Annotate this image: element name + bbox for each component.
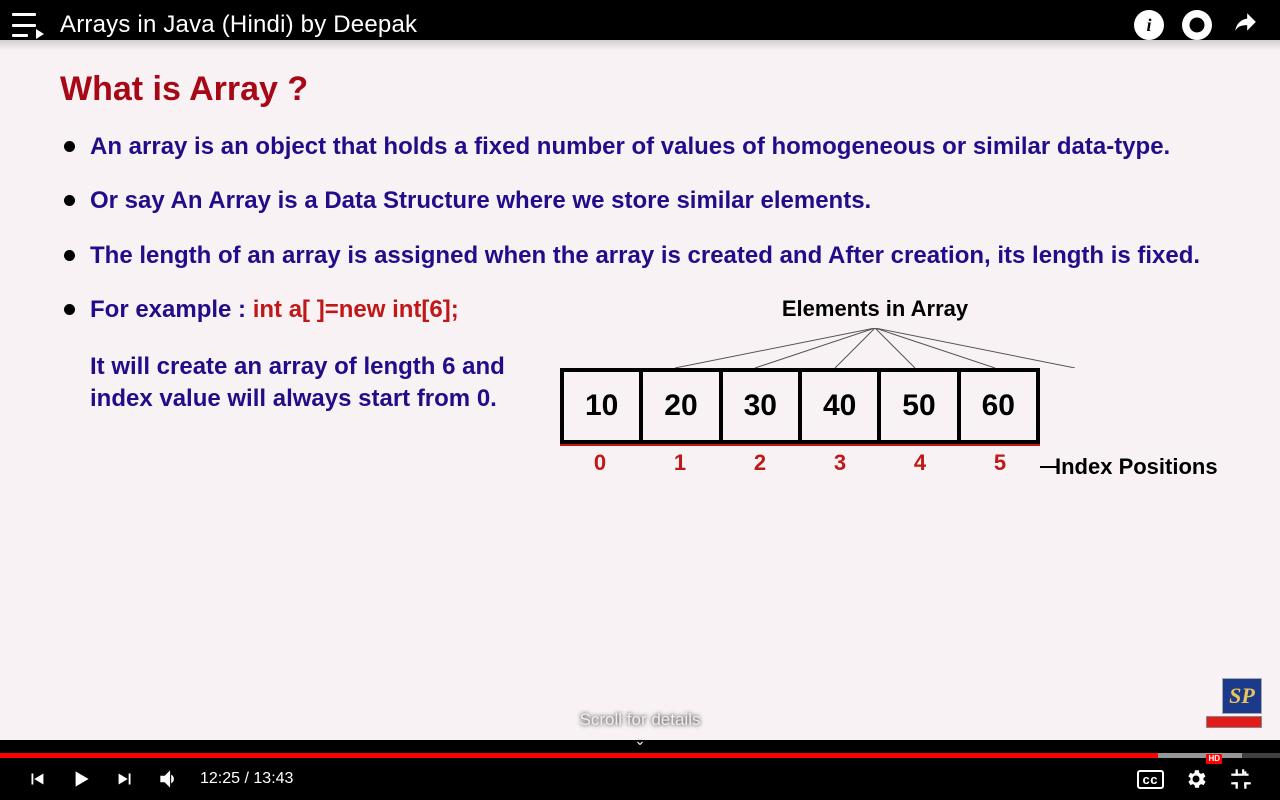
- index-positions-label: Index Positions: [1055, 452, 1218, 482]
- total-time: 13:43: [253, 770, 293, 787]
- slide-bullet: Or say An Array is a Data Structure wher…: [60, 185, 1230, 217]
- elements-in-array-label: Elements in Array: [550, 294, 1200, 324]
- slide-bullet-list: An array is an object that holds a fixed…: [60, 131, 1230, 478]
- example-note: It will create an array of length 6 and …: [90, 351, 520, 416]
- channel-logo-overlay[interactable]: SP: [1206, 678, 1262, 728]
- example-code: int a[ ]=new int[6];: [253, 296, 459, 323]
- array-cells: 10 20 30 40 50 60: [560, 368, 1040, 445]
- skip-previous-icon: [26, 768, 48, 790]
- share-icon: [1230, 10, 1260, 36]
- gear-icon: [1184, 767, 1208, 791]
- slide-heading: What is Array ?: [60, 70, 1230, 109]
- share-button[interactable]: [1230, 10, 1260, 41]
- current-time: 12:25: [200, 770, 240, 787]
- video-player: Arrays in Java (Hindi) by Deepak i What …: [0, 0, 1280, 800]
- subscribe-mini-badge: [1206, 716, 1262, 728]
- array-cell: 50: [881, 372, 960, 441]
- exit-fullscreen-button[interactable]: [1218, 758, 1264, 800]
- slide-bullet: The length of an array is assigned when …: [60, 240, 1230, 272]
- player-controls: 12:25 / 13:43 cc HD: [0, 758, 1280, 800]
- scroll-for-details[interactable]: Scroll for details ⌄: [580, 710, 701, 750]
- hd-badge: HD: [1206, 754, 1222, 764]
- array-diagram: Elements in Array 10 20 30: [550, 294, 1200, 478]
- example-prefix: For example :: [90, 296, 253, 323]
- top-overlay: Arrays in Java (Hindi) by Deepak i: [0, 0, 1280, 50]
- previous-button[interactable]: [16, 758, 58, 800]
- watch-later-button[interactable]: [1182, 10, 1212, 40]
- array-index: 3: [800, 446, 880, 478]
- array-index: 4: [880, 446, 960, 478]
- exit-fullscreen-icon: [1228, 766, 1254, 792]
- play-icon: [68, 766, 94, 792]
- info-button[interactable]: i: [1134, 10, 1164, 40]
- diagram-connector-lines: [635, 328, 1115, 368]
- chevron-down-icon: ⌄: [634, 732, 646, 748]
- volume-button[interactable]: [146, 758, 192, 800]
- array-index: 2: [720, 446, 800, 478]
- slide-bullet: An array is an object that holds a fixed…: [60, 131, 1230, 163]
- skip-next-icon: [114, 768, 136, 790]
- video-frame-content: What is Array ? An array is an object th…: [0, 40, 1280, 740]
- array-cell: 20: [643, 372, 722, 441]
- video-title[interactable]: Arrays in Java (Hindi) by Deepak: [60, 11, 1134, 39]
- cc-icon: cc: [1137, 770, 1164, 789]
- array-cell: 60: [961, 372, 1036, 441]
- array-cell: 40: [802, 372, 881, 441]
- next-button[interactable]: [104, 758, 146, 800]
- sp-logo: SP: [1222, 678, 1262, 714]
- array-index: 0: [560, 446, 640, 478]
- play-button[interactable]: [58, 758, 104, 800]
- settings-button[interactable]: HD: [1174, 758, 1218, 800]
- array-index: 5: [960, 446, 1040, 478]
- volume-icon: [156, 766, 182, 792]
- array-indices: 0 1 2 3 4 5: [560, 444, 1040, 478]
- captions-button[interactable]: cc: [1127, 758, 1174, 800]
- array-cell: 10: [564, 372, 643, 441]
- playlist-icon[interactable]: [12, 13, 40, 37]
- array-cell: 30: [723, 372, 802, 441]
- time-display: 12:25 / 13:43: [200, 770, 293, 788]
- clock-icon: [1188, 16, 1206, 34]
- array-index: 1: [640, 446, 720, 478]
- slide-example-bullet: For example : int a[ ]=new int[6]; It wi…: [60, 294, 1230, 478]
